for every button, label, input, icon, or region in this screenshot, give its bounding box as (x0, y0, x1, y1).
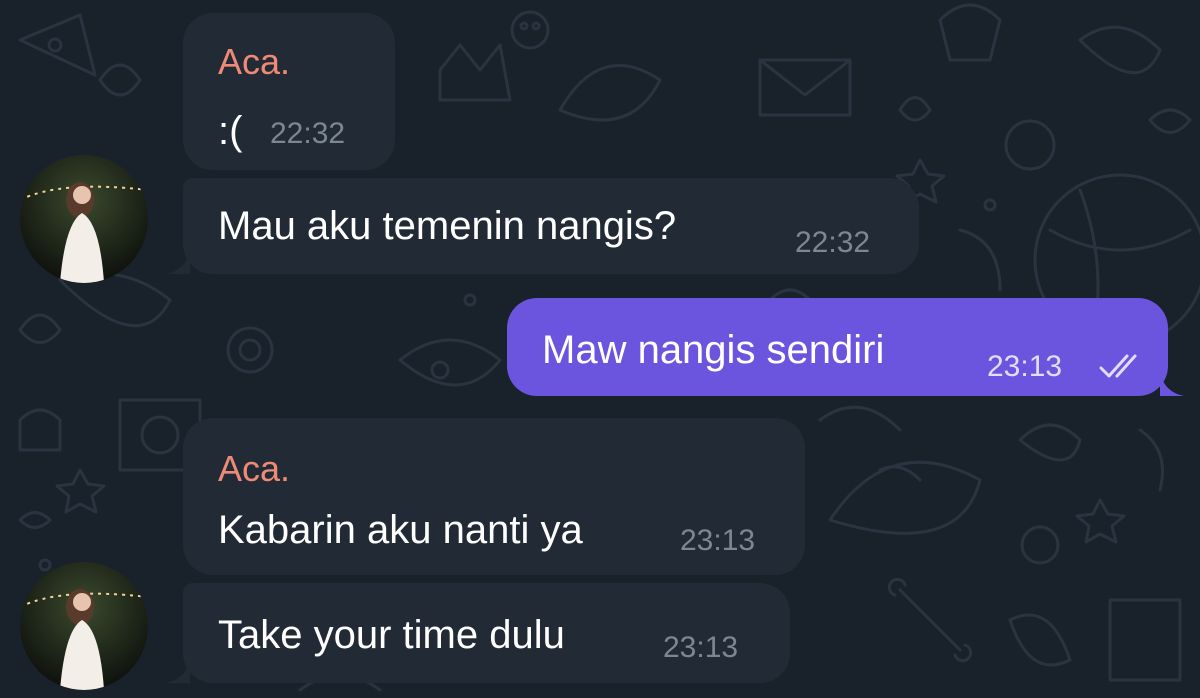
outgoing-message-bubble[interactable]: Maw nangis sendiri 23:13 (507, 298, 1168, 396)
incoming-message-bubble[interactable]: Mau aku temenin nangis? 22:32 (183, 178, 919, 274)
contact-photo-avatar[interactable] (20, 562, 148, 690)
chat-view: Aca. :( 22:32 Mau aku temenin nangis? 22… (0, 0, 1200, 698)
message-timestamp: 23:13 (680, 524, 756, 557)
incoming-message-bubble[interactable]: Aca. Kabarin aku nanti ya 23:13 (183, 418, 805, 575)
sender-name[interactable]: Aca. (218, 448, 290, 490)
incoming-message-bubble[interactable]: Aca. :( 22:32 (183, 13, 395, 170)
message-timestamp: 23:13 (987, 350, 1063, 383)
message-text: Kabarin aku nanti ya (218, 508, 583, 552)
message-text: Maw nangis sendiri (542, 328, 885, 372)
sender-name[interactable]: Aca. (218, 41, 290, 83)
contact-photo-avatar[interactable] (20, 155, 148, 283)
bubble-tail (166, 250, 190, 274)
bubble-tail (1160, 372, 1184, 396)
message-timestamp: 22:32 (795, 226, 871, 259)
incoming-message-bubble[interactable]: Take your time dulu 23:13 (183, 583, 790, 683)
message-timestamp: 23:13 (663, 631, 739, 664)
message-text: Take your time dulu (218, 613, 565, 657)
bubble-tail (166, 659, 190, 683)
read-double-check-icon (1099, 354, 1137, 378)
message-text: :( (218, 109, 243, 153)
message-text: Mau aku temenin nangis? (218, 204, 677, 248)
message-timestamp: 22:32 (270, 117, 346, 150)
